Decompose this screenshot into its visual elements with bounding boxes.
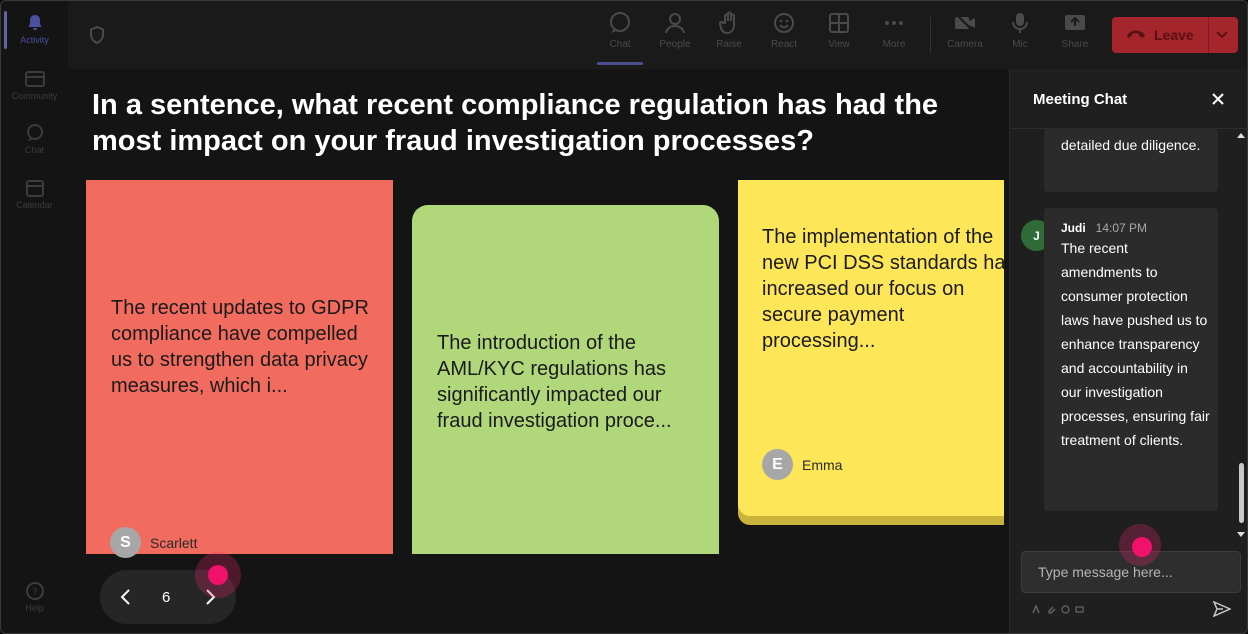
calendar-icon <box>25 180 44 197</box>
toolbar-people-button[interactable]: People <box>650 11 700 50</box>
page-number: 6 <box>162 589 171 606</box>
community-icon <box>24 71 45 87</box>
rail-item-label: Activity <box>20 35 49 45</box>
emoji-icon[interactable] <box>1061 605 1070 614</box>
toolbar-share-button[interactable]: Share <box>1050 11 1100 50</box>
rail-item-label: Chat <box>24 145 44 155</box>
toolbar-more-button[interactable]: More <box>869 11 919 50</box>
toolbar-chat-button[interactable]: Chat <box>595 11 645 65</box>
gif-icon[interactable] <box>1075 605 1084 614</box>
response-card[interactable]: The introduction of the AML/KYC regulati… <box>412 205 719 554</box>
chat-scrollbar[interactable] <box>1235 129 1247 543</box>
mic-icon <box>1012 13 1028 33</box>
rail-item-activity[interactable]: Activity <box>1 13 68 45</box>
author-name: Emma <box>802 456 843 473</box>
author-name: Scarlett <box>150 534 198 551</box>
card-text: The introduction of the AML/KYC regulati… <box>437 332 672 432</box>
card-text: The recent updates to GDPR compliance ha… <box>111 297 369 397</box>
close-icon[interactable] <box>1210 91 1226 107</box>
question-title: In a sentence, what recent compliance re… <box>92 89 939 157</box>
toolbar-label: View <box>828 39 850 50</box>
toolbar-view-button[interactable]: View <box>814 11 864 50</box>
toolbar-divider <box>930 17 931 53</box>
rail-item-chat[interactable]: Chat <box>1 123 68 155</box>
chat-title: Meeting Chat <box>1033 91 1128 108</box>
response-card[interactable]: The implementation of the new PCI DSS sta… <box>738 180 1004 516</box>
share-screen-icon <box>1065 15 1085 30</box>
toolbar-label: More <box>882 39 906 50</box>
card-text: The implementation of the new PCI DSS sta… <box>762 226 1004 352</box>
camera-off-icon <box>955 13 975 33</box>
left-rail: Activity Community Chat Calendar ? Help <box>1 1 68 633</box>
toolbar-label: Mic <box>1012 39 1028 50</box>
scroll-up-arrow[interactable] <box>1237 133 1245 138</box>
shield-icon[interactable] <box>88 25 106 45</box>
chat-message: Judi 14:07 PM The recent amendments to co… <box>1044 208 1218 511</box>
rail-item-label: Community <box>11 91 58 101</box>
card-author: S Scarlett <box>110 527 197 558</box>
message-text: The recent amendments to consumer protec… <box>1061 240 1210 448</box>
chat-bubble-icon <box>26 124 43 141</box>
toolbar-raise-button[interactable]: Raise <box>704 11 754 50</box>
avatar: S <box>110 527 141 558</box>
grid-view-icon <box>829 13 849 33</box>
rail-item-help[interactable]: ? Help <box>1 581 68 613</box>
scroll-thumb[interactable] <box>1239 463 1244 523</box>
more-dots-icon <box>885 21 903 25</box>
chevron-down-icon[interactable] <box>1215 29 1229 41</box>
rail-item-label: Help <box>25 603 44 613</box>
toolbar-label: Raise <box>716 39 742 50</box>
rail-item-community[interactable]: Community <box>1 69 68 101</box>
meeting-window: Activity Community Chat Calendar ? Help … <box>0 0 1248 634</box>
chat-message: detailed due diligence. <box>1044 129 1218 192</box>
bell-icon <box>28 15 41 30</box>
raise-hand-icon <box>718 11 735 35</box>
pointer-highlight <box>1119 524 1161 566</box>
toolbar-label: Camera <box>947 39 983 50</box>
help-icon: ? <box>25 582 44 600</box>
hang-up-icon <box>1127 30 1145 38</box>
pointer-highlight <box>195 552 241 598</box>
message-author: Judi <box>1061 221 1086 235</box>
smiley-icon <box>774 13 794 33</box>
send-icon[interactable] <box>1213 601 1231 617</box>
chevron-left-icon[interactable] <box>119 588 133 606</box>
toolbar-react-button[interactable]: React <box>759 11 809 50</box>
leave-button[interactable]: Leave <box>1112 17 1238 53</box>
response-card[interactable]: The recent updates to GDPR compliance ha… <box>86 180 393 558</box>
toolbar-label: Chat <box>609 39 631 50</box>
avatar: E <box>762 449 793 480</box>
card-author: E Emma <box>762 449 842 480</box>
message-time: 14:07 PM <box>1095 221 1148 235</box>
meeting-chat-panel: Meeting Chat detailed due diligence. J J… <box>1009 69 1247 633</box>
toolbar-label: Share <box>1061 39 1089 50</box>
toolbar-label: People <box>659 39 691 50</box>
people-icon <box>665 13 685 34</box>
leave-label: Leave <box>1154 27 1194 43</box>
chat-header: Meeting Chat <box>1010 69 1247 129</box>
attach-icon[interactable] <box>1047 605 1056 614</box>
meeting-toolbar: Chat People Raise React View More Camera <box>68 1 1247 69</box>
whiteboard-stage: In a sentence, what recent compliance re… <box>68 69 1009 633</box>
toolbar-mic-button[interactable]: Mic <box>995 11 1045 50</box>
rail-item-label: Calendar <box>16 200 53 210</box>
toolbar-camera-button[interactable]: Camera <box>940 11 990 50</box>
leave-divider <box>1208 17 1209 53</box>
svg-text:?: ? <box>32 587 37 598</box>
scroll-down-arrow[interactable] <box>1237 532 1245 537</box>
format-icon[interactable] <box>1032 605 1041 614</box>
rail-item-calendar[interactable]: Calendar <box>1 178 68 210</box>
chat-icon <box>610 12 630 33</box>
toolbar-label: React <box>770 39 798 50</box>
message-text: detailed due diligence. <box>1061 137 1201 153</box>
